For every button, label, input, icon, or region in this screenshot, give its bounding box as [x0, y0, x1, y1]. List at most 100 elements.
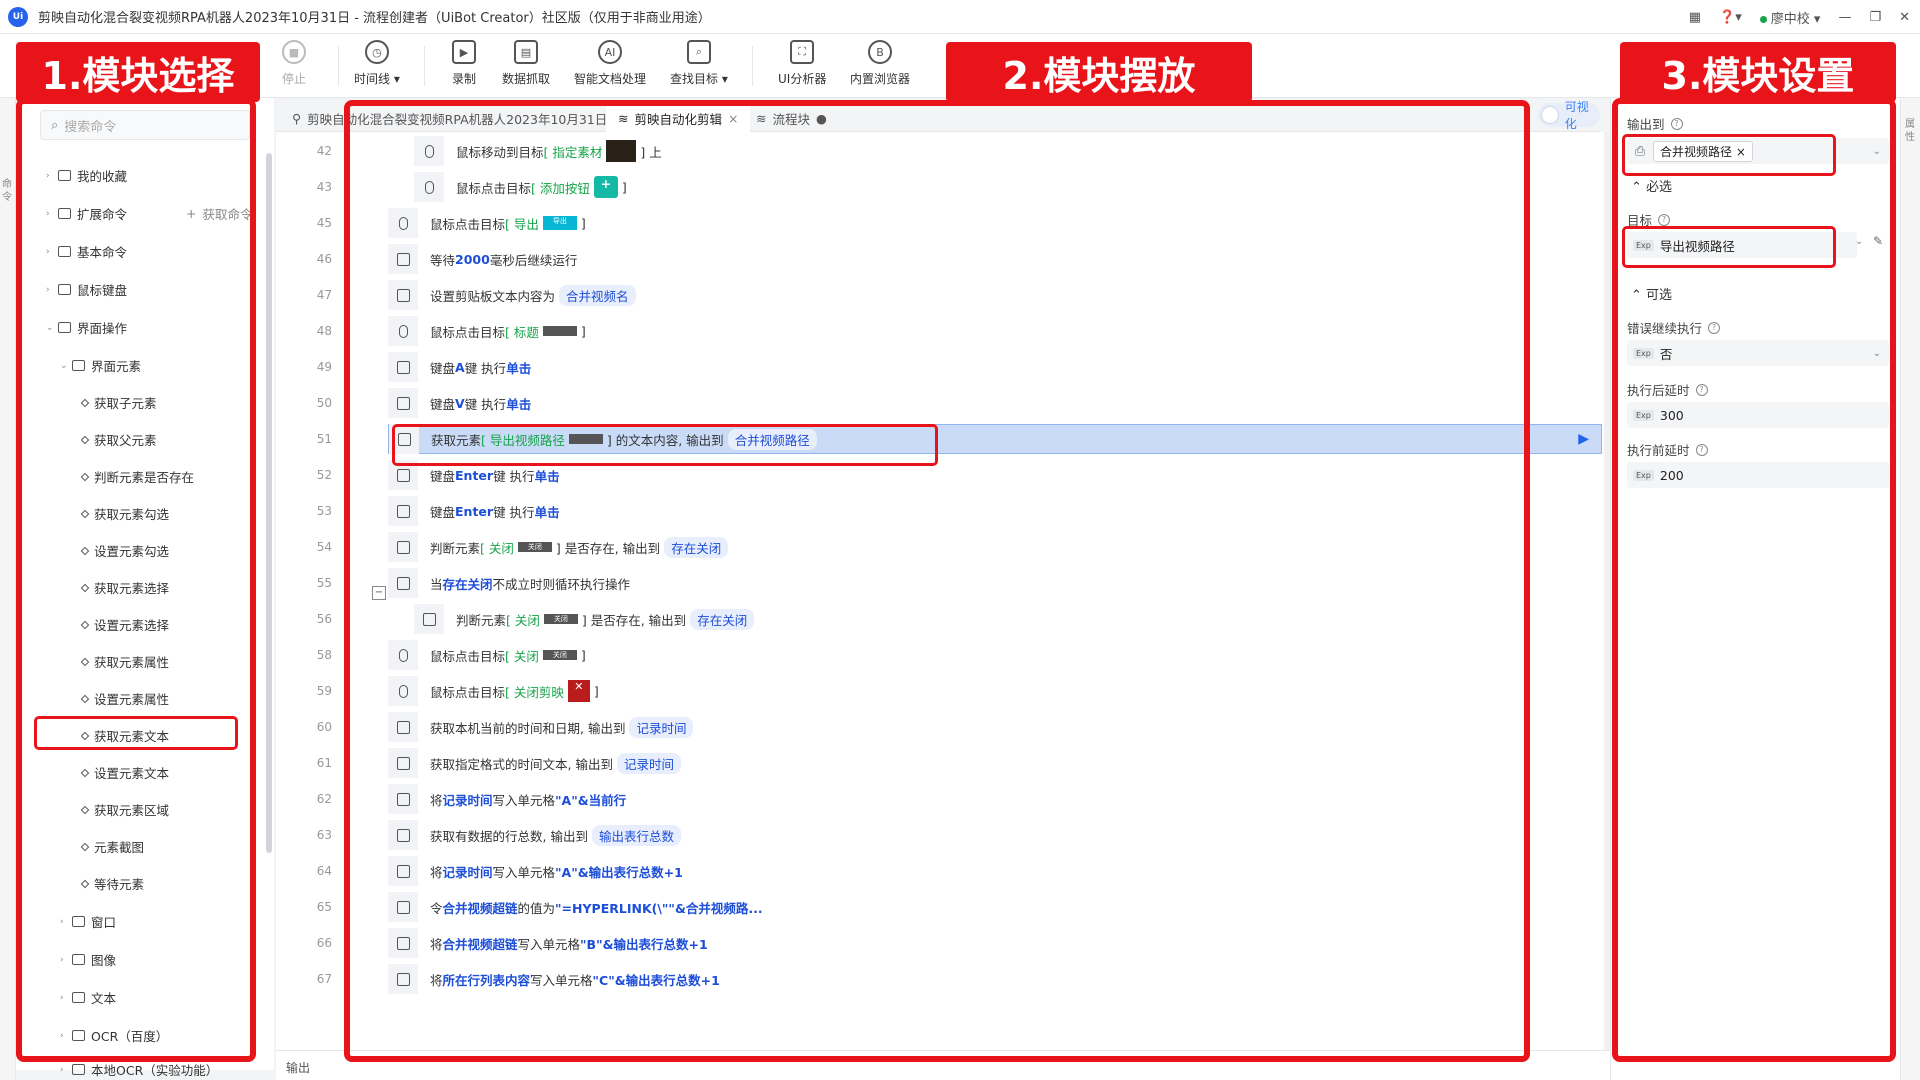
command-row[interactable]: 键盘 V 键 执行 单击	[388, 388, 1602, 418]
command-row[interactable]: 鼠标点击目标[ 添加按钮 + ]	[414, 172, 1602, 202]
properties-side-tab[interactable]: 属性	[1905, 118, 1917, 144]
tree-item-get-region[interactable]: 获取元素区域	[80, 800, 169, 819]
command-row[interactable]: 键盘 Enter 键 执行 单击	[388, 460, 1602, 490]
command-row[interactable]: 获取本机当前的时间和日期, 输出到 记录时间	[388, 712, 1602, 742]
tree-item-get-checked[interactable]: 获取元素勾选	[80, 504, 169, 523]
tab-main-flow[interactable]: ⚲ 剪映自动化混合裂变视频RPA机器人2023年10月31日	[280, 104, 619, 132]
tree-item-set-selection[interactable]: 设置元素选择	[80, 615, 169, 634]
tree-item-image[interactable]: › 图像	[60, 950, 116, 969]
timeline-button[interactable]: ◷ 时间线 ▾	[354, 40, 400, 87]
variable-chip[interactable]: 存在关闭	[664, 536, 729, 558]
target-thumbnail[interactable]	[568, 434, 603, 444]
command-row[interactable]: 将 记录时间 写入单元格 "A"&输出表行总数+1	[388, 856, 1602, 886]
help-icon[interactable]: ?	[1670, 117, 1683, 130]
tree-item-mouse-keyboard[interactable]: › 鼠标键盘	[46, 280, 127, 299]
command-row[interactable]: 获取有数据的行总数, 输出到 输出表行总数	[388, 820, 1602, 850]
delay-before-input[interactable]: Exp 200	[1627, 462, 1889, 488]
output-bar[interactable]: 输出	[276, 1050, 1610, 1080]
chip-remove-icon[interactable]: ×	[1736, 145, 1746, 159]
target-thumbnail[interactable]: +	[593, 176, 618, 198]
doc-ai-button[interactable]: AI 智能文档处理	[574, 40, 646, 87]
command-row[interactable]: 当 存在关闭 不成立时则循环执行操作	[388, 568, 1602, 598]
target-thumbnail[interactable]: ✕	[567, 680, 590, 702]
tree-item-ui-operations[interactable]: ⌄ 界面操作	[46, 318, 127, 337]
tab-flow-block[interactable]: ≋ 流程块 ●	[744, 104, 839, 132]
tree-item-ocr-baidu[interactable]: › OCR（百度）	[60, 1026, 168, 1045]
find-target-button[interactable]: ⌕ 查找目标 ▾	[670, 40, 728, 87]
commands-side-tab[interactable]: 命令	[2, 178, 14, 204]
run-icon[interactable]: ▶	[1578, 431, 1589, 447]
command-row[interactable]: 将 记录时间 写入单元格 "A"&当前行	[388, 784, 1602, 814]
tree-item-get-parent[interactable]: 获取父元素	[80, 430, 157, 449]
variable-chip[interactable]: 合并视频名	[559, 284, 636, 306]
tree-item-basic[interactable]: › 基本命令	[46, 242, 127, 261]
target-thumbnail[interactable]	[606, 140, 637, 162]
tab-close-icon[interactable]: ×	[728, 111, 738, 126]
variable-chip[interactable]: 合并视频路径	[727, 428, 817, 450]
target-thumbnail[interactable]: 导出	[542, 216, 577, 230]
tree-item-extensions[interactable]: › 扩展命令	[46, 204, 127, 223]
close-icon[interactable]: ✕	[1899, 10, 1910, 25]
command-row[interactable]: 等待 2000 毫秒后继续运行	[388, 244, 1602, 274]
target-thumbnail[interactable]	[542, 326, 577, 336]
command-row[interactable]: 鼠标点击目标[ 标题 ]	[388, 316, 1602, 346]
command-row[interactable]: 令 合并视频超链 的值为 "=HYPERLINK(\""&合并视频路...	[388, 892, 1602, 922]
restore-icon[interactable]: ❐	[1869, 10, 1881, 25]
ui-analyzer-button[interactable]: ⛶ UI分析器	[778, 40, 826, 87]
apps-icon[interactable]: ▦	[1689, 10, 1701, 25]
continue-on-error-select[interactable]: Exp 否 ⌄	[1627, 340, 1889, 366]
tree-item-text[interactable]: › 文本	[60, 988, 116, 1007]
data-scrape-button[interactable]: ▤ 数据抓取	[502, 40, 550, 87]
command-row[interactable]: 键盘 A 键 执行 单击	[388, 352, 1602, 382]
help-icon[interactable]: ?	[1708, 321, 1721, 334]
tree-item-screenshot[interactable]: 元素截图	[80, 837, 144, 856]
command-row[interactable]: 鼠标点击目标[ 导出 导出 ]	[388, 208, 1602, 238]
tree-item-window[interactable]: › 窗口	[60, 912, 116, 931]
command-row[interactable]: 鼠标移动到目标[ 指定素材 ] 上	[414, 136, 1602, 166]
help-icon[interactable]: ❓▾	[1719, 10, 1742, 25]
record-button[interactable]: ▶ 录制	[452, 40, 476, 87]
tree-item-favorites[interactable]: › 我的收藏	[46, 166, 127, 185]
help-icon[interactable]: ?	[1658, 213, 1671, 226]
command-row[interactable]: 鼠标点击目标[ 关闭 关闭 ]	[388, 640, 1602, 670]
tree-item-local-ocr[interactable]: › 本地OCR（实验功能）	[60, 1060, 218, 1079]
output-to-field[interactable]: ⎙ 合并视频路径 × ⌄	[1627, 138, 1889, 164]
variable-chip[interactable]: 记录时间	[616, 752, 681, 774]
optional-section[interactable]: ⌃ 可选	[1631, 284, 1672, 303]
target-thumbnail[interactable]: 关闭	[542, 650, 577, 660]
variable-chip[interactable]: 记录时间	[629, 716, 694, 738]
command-row[interactable]: 判断元素[ 关闭 关闭 ] 是否存在, 输出到 存在关闭	[414, 604, 1602, 634]
command-row[interactable]: 获取元素[ 导出视频路径 ] 的文本内容, 输出到 合并视频路径 ▶	[388, 424, 1602, 454]
target-field[interactable]: Exp 导出视频路径	[1627, 232, 1857, 258]
command-row[interactable]: 鼠标点击目标[ 关闭剪映 ✕ ]	[388, 676, 1602, 706]
tree-item-set-attribute[interactable]: 设置元素属性	[80, 689, 169, 708]
builtin-browser-button[interactable]: B 内置浏览器	[850, 40, 910, 87]
stop-button[interactable]: ■ 停止	[282, 40, 306, 87]
command-row[interactable]: 设置剪贴板文本内容为 合并视频名	[388, 280, 1602, 310]
minimize-icon[interactable]: —	[1838, 10, 1851, 25]
tree-item-get-attribute[interactable]: 获取元素属性	[80, 652, 169, 671]
tree-item-wait-element[interactable]: 等待元素	[80, 874, 144, 893]
tree-item-get-child[interactable]: 获取子元素	[80, 393, 157, 412]
tree-item-set-checked[interactable]: 设置元素勾选	[80, 541, 169, 560]
variable-chip[interactable]: 输出表行总数	[591, 824, 681, 846]
search-input[interactable]: ⌕ 搜索命令	[40, 110, 250, 140]
command-row[interactable]: 将 所在行列表内容 写入单元格 "C"&输出表行总数+1	[388, 964, 1602, 994]
required-section[interactable]: ⌃ 必选	[1631, 176, 1672, 195]
target-dropdown-icon[interactable]: ⌄	[1855, 236, 1863, 247]
command-row[interactable]: 获取指定格式的时间文本, 输出到 记录时间	[388, 748, 1602, 778]
get-command-button[interactable]: + 获取命令	[186, 204, 253, 223]
help-icon[interactable]: ?	[1695, 383, 1708, 396]
chevron-down-icon[interactable]: ⌄	[1873, 146, 1881, 157]
help-icon[interactable]: ?	[1695, 443, 1708, 456]
tab-jianying-edit[interactable]: ≋ 剪映自动化剪辑 ×	[606, 104, 751, 132]
delay-after-input[interactable]: Exp 300	[1627, 402, 1889, 428]
tree-item-element-exists[interactable]: 判断元素是否存在	[80, 467, 194, 486]
command-row[interactable]: 判断元素[ 关闭 关闭 ] 是否存在, 输出到 存在关闭	[388, 532, 1602, 562]
tree-item-set-text[interactable]: 设置元素文本	[80, 763, 169, 782]
collapse-toggle[interactable]: −	[372, 586, 386, 600]
user-menu[interactable]: 廖中校 ▾	[1759, 8, 1820, 27]
variable-chip[interactable]: 存在关闭	[690, 608, 755, 630]
output-variable-chip[interactable]: 合并视频路径 ×	[1653, 140, 1753, 162]
tree-item-ui-elements[interactable]: ⌄ 界面元素	[60, 356, 141, 375]
